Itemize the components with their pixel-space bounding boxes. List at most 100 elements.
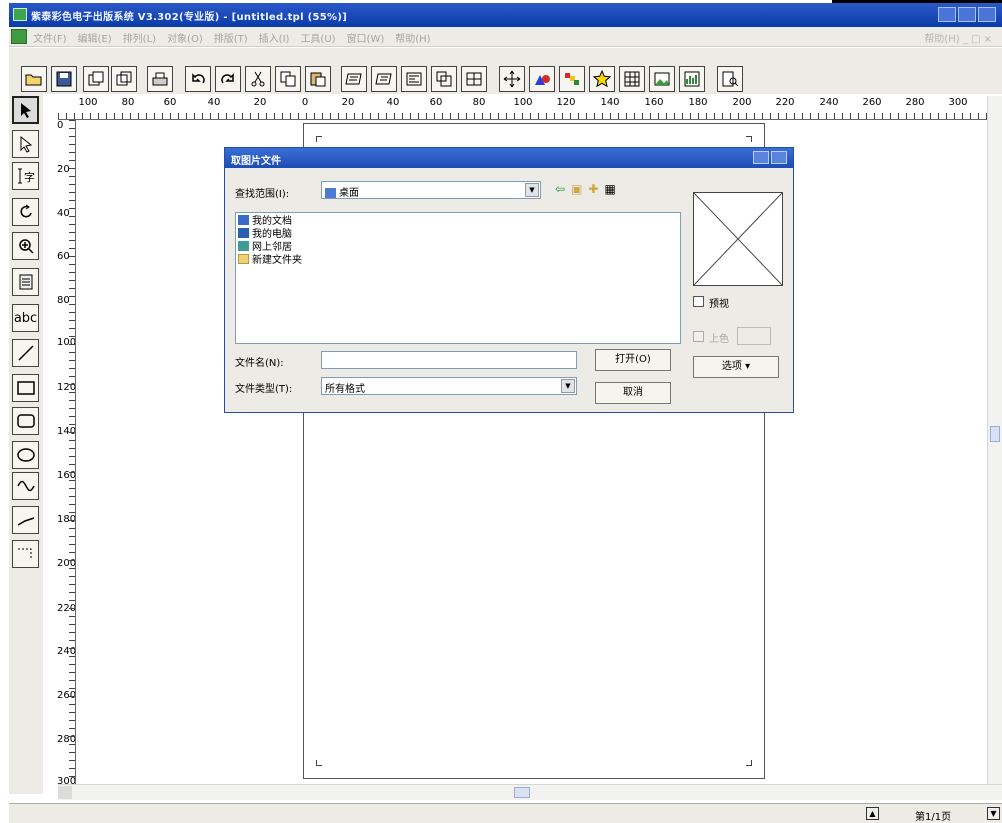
- print-button[interactable]: [147, 66, 173, 92]
- chevron-down-icon[interactable]: ▼: [561, 379, 575, 393]
- cancel-button[interactable]: 取消: [595, 382, 671, 404]
- rectangle-icon: [16, 381, 35, 395]
- copy-button[interactable]: [275, 66, 301, 92]
- scroll-left-button[interactable]: [58, 786, 72, 799]
- mdi-controls[interactable]: 帮助(H) _ □ ×: [924, 30, 992, 45]
- text-flow-button[interactable]: [341, 66, 367, 92]
- hruler-label: 280: [905, 97, 925, 108]
- hruler-label: 100: [513, 97, 533, 108]
- undo-button[interactable]: [185, 66, 211, 92]
- options-button[interactable]: 选项 ▾: [693, 356, 779, 378]
- view-menu-icon[interactable]: ▦: [604, 182, 615, 196]
- page-tool[interactable]: [12, 268, 39, 296]
- dialog-close-button[interactable]: [771, 151, 787, 164]
- text-link-icon: [375, 73, 392, 85]
- rectangle-tool[interactable]: [12, 374, 39, 402]
- menu-layout[interactable]: 排版(T): [214, 30, 248, 45]
- node-edit-tool[interactable]: [12, 130, 39, 158]
- menu-arrange[interactable]: 排列(L): [123, 30, 156, 45]
- text-link-button[interactable]: [371, 66, 397, 92]
- curve-tool[interactable]: [12, 472, 39, 500]
- dialog-help-button[interactable]: [753, 151, 769, 164]
- open-button[interactable]: 打开(O): [595, 349, 671, 371]
- image-button[interactable]: [649, 66, 675, 92]
- color-swatch-button[interactable]: [737, 327, 771, 345]
- select-tool[interactable]: [12, 96, 39, 124]
- back-arrow-icon[interactable]: ⇦: [555, 182, 565, 196]
- menu-window[interactable]: 窗口(W): [347, 30, 385, 45]
- page-indicator: 第1/1页: [915, 812, 952, 823]
- up-folder-icon[interactable]: ▣: [571, 182, 582, 196]
- rotate-tool[interactable]: [12, 198, 39, 226]
- import-button[interactable]: [83, 66, 109, 92]
- vertical-scrollbar[interactable]: [987, 96, 1002, 796]
- color-checkbox[interactable]: [693, 331, 704, 342]
- wrap-icon: [406, 72, 422, 86]
- preview-button[interactable]: [717, 66, 743, 92]
- redo-button[interactable]: [215, 66, 241, 92]
- vertical-scroll-thumb[interactable]: [990, 426, 1000, 442]
- dimension-tool[interactable]: [12, 540, 39, 568]
- list-item[interactable]: 新建文件夹: [236, 252, 680, 266]
- color-button[interactable]: [559, 66, 585, 92]
- line-tool[interactable]: [12, 339, 39, 367]
- open-folder-button[interactable]: [21, 66, 47, 92]
- preview-checkbox[interactable]: [693, 296, 704, 307]
- document-icon[interactable]: [11, 29, 27, 44]
- move-button[interactable]: [499, 66, 525, 92]
- star-button[interactable]: [589, 66, 615, 92]
- text-tool[interactable]: 字: [12, 162, 39, 190]
- close-button[interactable]: [978, 7, 996, 22]
- menu-tools[interactable]: 工具(U): [300, 30, 335, 45]
- next-page-button[interactable]: ▼: [987, 807, 1000, 820]
- rounded-rectangle-icon: [16, 414, 35, 428]
- maximize-button[interactable]: [958, 7, 976, 22]
- ruler-ticks: [58, 113, 1002, 119]
- menu-insert[interactable]: 插入(I): [259, 30, 290, 45]
- look-in-select[interactable]: 桌面 ▼: [321, 181, 541, 199]
- arrow-pointer-icon: [20, 103, 31, 118]
- ellipse-tool[interactable]: [12, 441, 39, 469]
- horizontal-scroll-thumb[interactable]: [514, 787, 530, 798]
- menu-help[interactable]: 帮助(H): [395, 30, 430, 45]
- menu-file[interactable]: 文件(F): [33, 30, 67, 45]
- group-button[interactable]: [431, 66, 457, 92]
- vruler-label: 60: [57, 251, 70, 262]
- wrap-button[interactable]: [401, 66, 427, 92]
- filetype-value: 所有格式: [325, 384, 365, 395]
- shapes-color-button[interactable]: [529, 66, 555, 92]
- chart-button[interactable]: [679, 66, 705, 92]
- ruler-ticks: [69, 120, 75, 784]
- rounded-rect-tool[interactable]: [12, 407, 39, 435]
- menu-bar: 文件(F) 编辑(E) 排列(L) 对象(O) 排版(T) 插入(I) 工具(U…: [9, 27, 1002, 47]
- text-cursor-icon: 字: [17, 168, 35, 184]
- zoom-tool[interactable]: [12, 232, 39, 260]
- menu-edit[interactable]: 编辑(E): [78, 30, 112, 45]
- new-folder-icon[interactable]: ✚: [588, 182, 598, 196]
- prev-page-button[interactable]: ▲: [866, 807, 879, 820]
- export-button[interactable]: [111, 66, 137, 92]
- desktop-icon: [325, 188, 336, 198]
- abc-text-tool[interactable]: abc: [12, 304, 39, 332]
- cut-button[interactable]: [245, 66, 271, 92]
- palette-icon: [565, 73, 579, 85]
- tool-palette: 字 abc: [9, 94, 43, 794]
- filename-input[interactable]: [321, 351, 577, 369]
- horizontal-scrollbar[interactable]: [58, 784, 1002, 800]
- chevron-down-icon[interactable]: ▼: [525, 183, 539, 197]
- list-item[interactable]: 我的文档: [236, 213, 680, 227]
- list-item[interactable]: 网上邻居: [236, 239, 680, 253]
- image-frame-button[interactable]: [619, 66, 645, 92]
- menu-object[interactable]: 对象(O): [167, 30, 203, 45]
- polyline-tool[interactable]: [12, 506, 39, 534]
- filetype-select[interactable]: 所有格式 ▼: [321, 377, 577, 395]
- list-item[interactable]: 我的电脑: [236, 226, 680, 240]
- file-list[interactable]: 我的文档 我的电脑 网上邻居 新建文件夹: [235, 212, 681, 344]
- preview-label: 预视: [709, 299, 729, 310]
- paste-button[interactable]: [305, 66, 331, 92]
- table-button[interactable]: [461, 66, 487, 92]
- save-button[interactable]: [51, 66, 77, 92]
- minimize-button[interactable]: [938, 7, 956, 22]
- toolbar: [9, 48, 1002, 94]
- hruler-label: 0: [301, 97, 309, 108]
